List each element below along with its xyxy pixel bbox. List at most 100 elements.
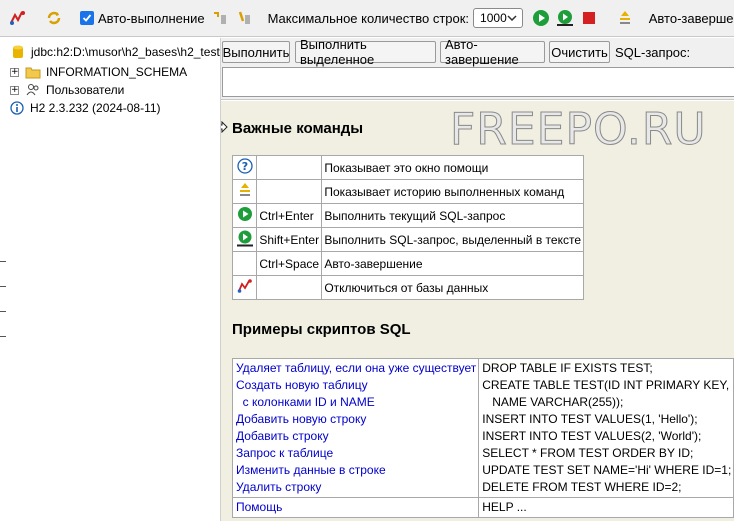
table-row: Shift+Enter Выполнить SQL-запрос, выделе… [231,227,584,252]
tick [0,336,6,337]
disconnect-icon[interactable] [9,8,27,28]
command-desc: Показывает это окно помощи [321,155,584,180]
important-commands-heading: Важные команды [232,120,364,137]
example-descriptions: Помощь [231,497,480,518]
sql-line: UPDATE TEST SET NAME='Hi' WHERE ID=1; [482,463,732,477]
command-key: Ctrl+Enter [256,203,323,228]
sql-query-label: SQL-запрос: [615,45,691,60]
schema-tree: jdbc:h2:D:\musor\h2_bases\h2_test + INFO… [0,38,221,521]
clear-button[interactable]: Очистить [549,41,610,63]
help-panel: FREEPO.RU Важные команды ? Показывает эт… [221,101,734,521]
command-key [256,179,323,204]
table-row: Помощь HELP ... [231,497,734,518]
sql-query-input[interactable] [222,67,734,97]
command-key: Ctrl+Space [256,251,323,276]
autocomplete-button[interactable]: Авто-завершение [440,37,545,67]
command-icon-cell [231,179,258,204]
expand-icon[interactable]: + [10,67,19,77]
tree-version: H2 2.3.232 (2024-08-11) [0,99,161,117]
toolbar: Авто-выполнение Максимальное количество … [0,0,734,37]
sql-line: HELP ... [482,500,527,514]
table-row: Удаляет таблицу, если она уже существует… [231,358,734,498]
svg-text:?: ? [241,160,247,173]
checkbox-checked-icon [80,11,94,25]
connection-label: jdbc:h2:D:\musor\h2_bases\h2_test [31,45,220,59]
run-icon[interactable] [532,8,550,28]
users-icon [25,83,41,97]
command-desc: Выполнить текущий SQL-запрос [321,203,584,228]
command-icon-cell [231,203,258,228]
tree-item-information-schema[interactable]: + INFORMATION_SCHEMA [0,63,187,81]
disconnect-icon [237,279,252,293]
refresh-icon[interactable] [45,8,63,28]
command-desc: Авто-завершение [321,251,584,276]
command-desc: Выполнить SQL-запрос, выделенный в текст… [321,227,584,252]
example-link[interactable]: с колонками ID и NAME [236,394,476,411]
sql-line: NAME VARCHAR(255)); [482,395,624,409]
example-sql: DROP TABLE IF EXISTS TEST; CREATE TABLE … [478,358,734,498]
chevron-down-icon [507,15,517,21]
sql-examples-table: Удаляет таблицу, если она уже существует… [231,358,734,518]
sql-line: CREATE TABLE TEST(ID INT PRIMARY KEY, [482,378,730,392]
rollback-icon[interactable] [211,8,229,28]
command-key [256,155,323,180]
auto-commit-checkbox[interactable]: Авто-выполнение [80,11,205,26]
max-rows-select[interactable]: 1000 [473,8,523,28]
command-icon-cell [231,227,258,252]
sql-line: DROP TABLE IF EXISTS TEST; [482,361,653,375]
sql-line: DELETE FROM TEST WHERE ID=2; [482,480,682,494]
command-key [256,275,323,300]
tick [0,286,6,287]
resize-splitter-icon[interactable] [221,120,228,134]
info-icon [9,101,25,115]
tick [0,261,6,262]
table-row: Отключиться от базы данных [231,275,584,300]
command-icon-cell: ? [231,155,258,180]
example-link[interactable]: Удаляет таблицу, если она уже существует [236,360,476,377]
run-selected-icon[interactable] [556,8,574,28]
max-rows-label: Максимальное количество строк: [267,10,470,26]
example-link[interactable]: Добавить новую строку [236,411,476,428]
commands-table: ? Показывает это окно помощи Показывает … [231,155,584,300]
history-icon[interactable] [616,8,634,28]
example-link[interactable]: Удалить строку [236,479,476,496]
stop-icon[interactable] [580,8,598,28]
tree-connection[interactable]: jdbc:h2:D:\musor\h2_bases\h2_test [0,43,220,61]
command-desc: Показывает историю выполненных команд [321,179,584,204]
sql-examples-heading: Примеры скриптов SQL [232,321,411,338]
command-key: Shift+Enter [256,227,323,252]
query-bar: Выполнить Выполнить выделенное Авто-заве… [221,37,734,100]
run-button[interactable]: Выполнить [222,41,290,63]
example-link[interactable]: Создать новую таблицу [236,377,476,394]
run-icon [237,207,252,221]
database-icon [10,45,26,59]
command-desc: Отключиться от базы данных [321,275,584,300]
run-selected-icon [236,230,253,246]
help-icon: ? [237,158,253,174]
auto-complete-label[interactable]: Авто-завершение [649,11,734,26]
help-link[interactable]: Помощь [236,499,476,516]
example-sql: HELP ... [478,497,734,518]
run-selected-button[interactable]: Выполнить выделенное [295,37,436,67]
expand-icon[interactable]: + [10,85,19,95]
command-icon-cell [231,275,258,300]
table-row: Показывает историю выполненных команд [231,179,584,204]
table-row: ? Показывает это окно помощи [231,155,584,180]
sql-line: SELECT * FROM TEST ORDER BY ID; [482,446,694,460]
tree-item-label: Пользователи [46,83,125,97]
sql-line: INSERT INTO TEST VALUES(2, 'World'); [482,429,702,443]
example-link[interactable]: Запрос к таблице [236,445,476,462]
example-link[interactable]: Добавить строку [236,428,476,445]
history-icon [239,183,250,196]
sql-line: INSERT INTO TEST VALUES(1, 'Hello'); [482,412,698,426]
table-row: Ctrl+Enter Выполнить текущий SQL-запрос [231,203,584,228]
version-label: H2 2.3.232 (2024-08-11) [30,101,161,115]
auto-commit-label: Авто-выполнение [98,10,205,26]
commit-icon[interactable] [235,8,253,28]
example-link[interactable]: Изменить данные в строке [236,462,476,479]
tree-item-users[interactable]: + Пользователи [0,81,124,99]
tree-item-label: INFORMATION_SCHEMA [46,65,188,79]
watermark: FREEPO.RU [450,104,707,156]
tick [0,311,6,312]
folder-icon [25,65,41,79]
